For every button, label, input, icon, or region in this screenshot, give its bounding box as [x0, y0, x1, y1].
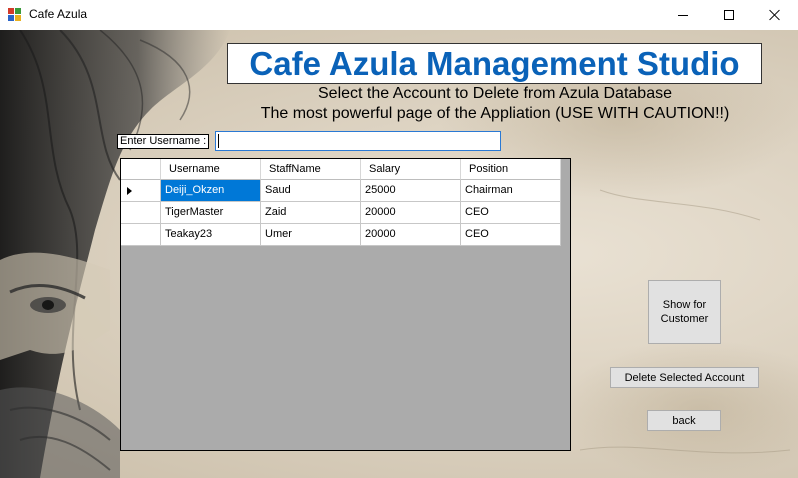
grid-cell-salary[interactable]: 20000 [361, 202, 461, 224]
page-warning: The most powerful page of the Appliation… [260, 105, 730, 122]
column-header-staffname[interactable]: StaffName [261, 159, 361, 180]
grid-cell-username[interactable]: TigerMaster [161, 202, 261, 224]
client-area: Cafe Azula Management Studio Select the … [0, 30, 798, 478]
row-header[interactable] [121, 202, 161, 224]
grid-corner-header[interactable] [121, 159, 161, 180]
show-button-line1: Show for [662, 299, 707, 311]
maximize-button[interactable] [706, 0, 752, 30]
column-header-position[interactable]: Position [461, 159, 561, 180]
current-row-icon [127, 187, 132, 195]
username-input[interactable] [215, 131, 501, 151]
page-title: Cafe Azula Management Studio [249, 44, 740, 82]
show-button-line2: Customer [660, 313, 709, 325]
show-for-customer-button[interactable]: Show for Customer [648, 280, 721, 344]
row-header[interactable] [121, 180, 161, 202]
grid-cell-staffname[interactable]: Saud [261, 180, 361, 202]
minimize-icon [678, 14, 688, 16]
minimize-button[interactable] [660, 0, 706, 30]
grid-cell-position[interactable]: CEO [461, 224, 561, 246]
window-title: Cafe Azula [29, 7, 88, 21]
grid-cell-salary[interactable]: 20000 [361, 224, 461, 246]
page-subtitle: Select the Account to Delete from Azula … [318, 85, 672, 102]
grid-cell-username[interactable]: Deiji_Okzen [161, 180, 261, 202]
username-label: Enter Username : [117, 134, 210, 149]
heading-box: Cafe Azula Management Studio [227, 43, 762, 84]
close-icon [769, 9, 781, 21]
close-button[interactable] [752, 0, 798, 30]
maximize-icon [724, 10, 734, 20]
grid-cell-username[interactable]: Teakay23 [161, 224, 261, 246]
column-header-salary[interactable]: Salary [361, 159, 461, 180]
app-icon [8, 8, 22, 21]
back-button[interactable]: back [647, 410, 721, 431]
title-bar: Cafe Azula [0, 0, 798, 30]
grid-cell-position[interactable]: Chairman [461, 180, 561, 202]
grid-cell-salary[interactable]: 25000 [361, 180, 461, 202]
show-button-label: Show for Customer [661, 298, 709, 326]
column-header-username[interactable]: Username [161, 159, 261, 180]
row-header[interactable] [121, 224, 161, 246]
grid-cell-staffname[interactable]: Umer [261, 224, 361, 246]
grid-cell-position[interactable]: CEO [461, 202, 561, 224]
accounts-grid[interactable]: Username StaffName Salary Position Deiji… [120, 158, 571, 451]
grid-cell-staffname[interactable]: Zaid [261, 202, 361, 224]
text-caret [218, 134, 219, 148]
delete-selected-account-button[interactable]: Delete Selected Account [610, 367, 759, 388]
